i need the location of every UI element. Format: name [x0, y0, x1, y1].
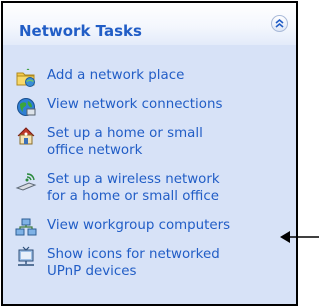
task-label: Set up a home or small office network	[47, 126, 203, 158]
upnp-devices-icon	[18, 246, 34, 266]
home-network-icon	[17, 127, 35, 145]
panel-header[interactable]: Network Tasks	[3, 3, 296, 45]
task-setup-home-network[interactable]: Set up a home or small office network	[15, 125, 290, 159]
task-label: View network connections	[47, 97, 223, 112]
task-label: Set up a wireless network for a home or …	[47, 172, 220, 204]
arrow-pointer-icon	[280, 231, 319, 243]
workgroup-computers-icon	[15, 218, 37, 236]
network-place-icon	[16, 68, 35, 87]
task-view-workgroup-computers[interactable]: View workgroup computers	[15, 217, 290, 239]
task-view-network-connections[interactable]: View network connections	[15, 96, 290, 118]
task-label: View workgroup computers	[47, 218, 231, 233]
network-tasks-panel: Network Tasks Add a network place View n…	[1, 1, 298, 306]
collapse-button[interactable]	[271, 15, 288, 32]
wireless-network-icon	[15, 173, 37, 191]
task-show-upnp-devices[interactable]: Show icons for networked UPnP devices	[15, 246, 290, 280]
chevron-up-icon	[275, 18, 284, 28]
panel-title: Network Tasks	[19, 22, 142, 40]
task-setup-wireless-network[interactable]: Set up a wireless network for a home or …	[15, 171, 290, 205]
task-add-network-place[interactable]: Add a network place	[15, 67, 290, 89]
network-connections-icon	[17, 98, 36, 116]
task-list: Add a network place View network connect…	[3, 45, 296, 304]
task-label: Show icons for networked UPnP devices	[47, 247, 220, 279]
task-label: Add a network place	[47, 68, 185, 83]
